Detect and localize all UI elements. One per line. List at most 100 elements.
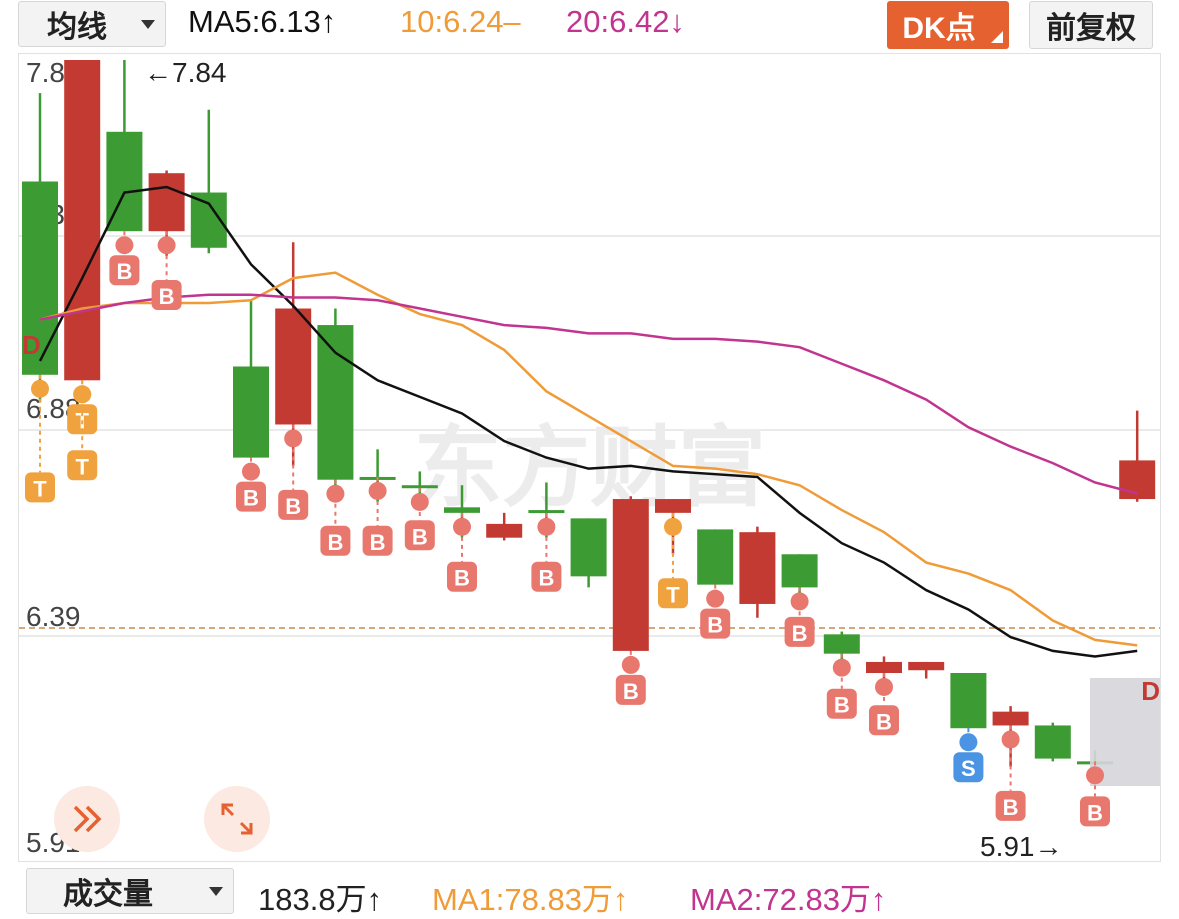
marker-badge-label: B [370,530,386,555]
marker-badge-label: T [33,476,47,501]
marker-badge-label: B [327,530,343,555]
candle[interactable] [570,518,607,588]
candle[interactable] [866,656,902,682]
marker-badge-label: B [412,524,428,549]
marker-badge-label: B [876,709,892,734]
marker-b-badge[interactable]: B [151,280,182,311]
kline-chart[interactable]: 东方财富 7.847.366.886.395.91 DTTTBBBBBBBBBB… [0,0,1179,912]
candle[interactable] [1034,722,1071,762]
marker-t-badge[interactable]: T [25,472,55,503]
marker-b-badge[interactable]: B [236,481,266,512]
marker-dot [115,236,134,255]
high-price-annotation: ←7.84 [144,57,227,88]
marker-dot [790,592,809,611]
indicator-selector-label: 成交量 [63,878,153,911]
candle[interactable] [781,554,818,593]
candle-body [781,554,818,588]
candle-body [1034,725,1071,759]
candle-body [444,507,480,513]
candle-body [233,366,269,458]
marker-badge-label: B [538,566,554,591]
marker-b-badge[interactable]: B [320,525,351,556]
marker-badge-label: T [666,582,680,607]
marker-b-badge[interactable]: B [784,616,815,647]
candle-body [739,532,776,604]
marker-b-badge[interactable]: B [869,705,899,736]
candle[interactable] [106,60,143,232]
marker-dot [31,379,49,398]
marker-badge-label: B [116,259,132,284]
candle-body [908,661,945,671]
marker-b-badge[interactable]: B [362,525,393,556]
candle[interactable] [233,300,269,458]
candle[interactable] [697,529,734,585]
marker-badge-label: B [454,566,470,591]
volume-toolbar: 成交量 183.8万↑ MA1:78.83万↑ MA2:72.83万↑ [0,864,1179,917]
chevron-down-icon [209,887,223,896]
double-chevron-right-icon [73,805,102,833]
candle-body [317,325,354,480]
marker-dot [453,517,471,536]
low-price-annotation: 5.91→ [980,831,1063,862]
candle[interactable] [739,526,776,618]
candle-body [655,499,691,513]
candle[interactable] [190,109,227,254]
marker-badge-label: B [285,494,301,519]
marker-t-badge[interactable]: T [67,450,98,481]
marker-b-badge[interactable]: B [700,608,731,639]
volume-ma1-legend: MA1:78.83万↑ [432,882,629,917]
indicator-selector-dropdown[interactable]: 成交量 [26,868,234,914]
marker-t-badge[interactable]: T [658,578,688,609]
candle[interactable] [950,672,987,729]
marker-badge-label: B [243,486,259,511]
candle[interactable] [612,496,649,651]
marker-dot [621,655,640,674]
candle-body [866,661,902,673]
candle-body [950,672,987,729]
marker-dot [832,658,851,677]
marker-b-badge[interactable]: B [995,790,1026,821]
expand-left-button[interactable] [54,786,120,852]
marker-b-badge[interactable]: B [531,561,562,592]
marker-dot [73,385,92,404]
marker-dot [410,492,429,511]
candle-body [148,173,185,232]
marker-dot [284,429,303,448]
candle[interactable] [1119,410,1156,502]
candle-body [528,510,565,514]
candle[interactable] [908,661,945,679]
marker-dot [326,484,345,503]
candle-body [275,308,312,425]
marker-b-badge[interactable]: B [826,688,857,719]
marker-badge-label: B [792,621,808,646]
marker-dot [959,733,978,752]
marker-s-badge[interactable]: S [953,752,984,783]
fullscreen-button[interactable] [204,786,270,852]
marker-badge-label: B [159,284,175,309]
marker-b-badge[interactable]: B [278,489,309,520]
marker-b-badge[interactable]: B [404,520,435,551]
marker-badge-label: B [623,679,639,704]
candle[interactable] [64,60,101,381]
marker-b-badge[interactable]: B [1080,796,1110,827]
marker-dot [875,677,893,696]
marker-dot [242,462,260,481]
volume-value: 183.8万↑ [258,882,383,917]
marker-dot [537,517,556,536]
volume-ma2-legend: MA2:72.83万↑ [690,882,887,917]
marker-badge-label: B [1003,795,1019,820]
marker-dot [1086,766,1104,785]
marker-dot [706,589,725,608]
marker-dot [1001,730,1020,749]
marker-b-badge[interactable]: B [447,561,477,592]
marker-badge-label: B [834,693,850,718]
candle-body [697,529,734,585]
candle-body [486,523,523,538]
marker-dot [157,236,176,255]
marker-badge-label: S [961,756,976,781]
candle-body [823,634,860,654]
marker-badge-label: B [707,613,723,638]
marker-b-badge[interactable]: B [615,674,646,705]
marker-b-badge[interactable]: B [109,255,140,286]
marker-badge-label: B [1087,800,1103,825]
